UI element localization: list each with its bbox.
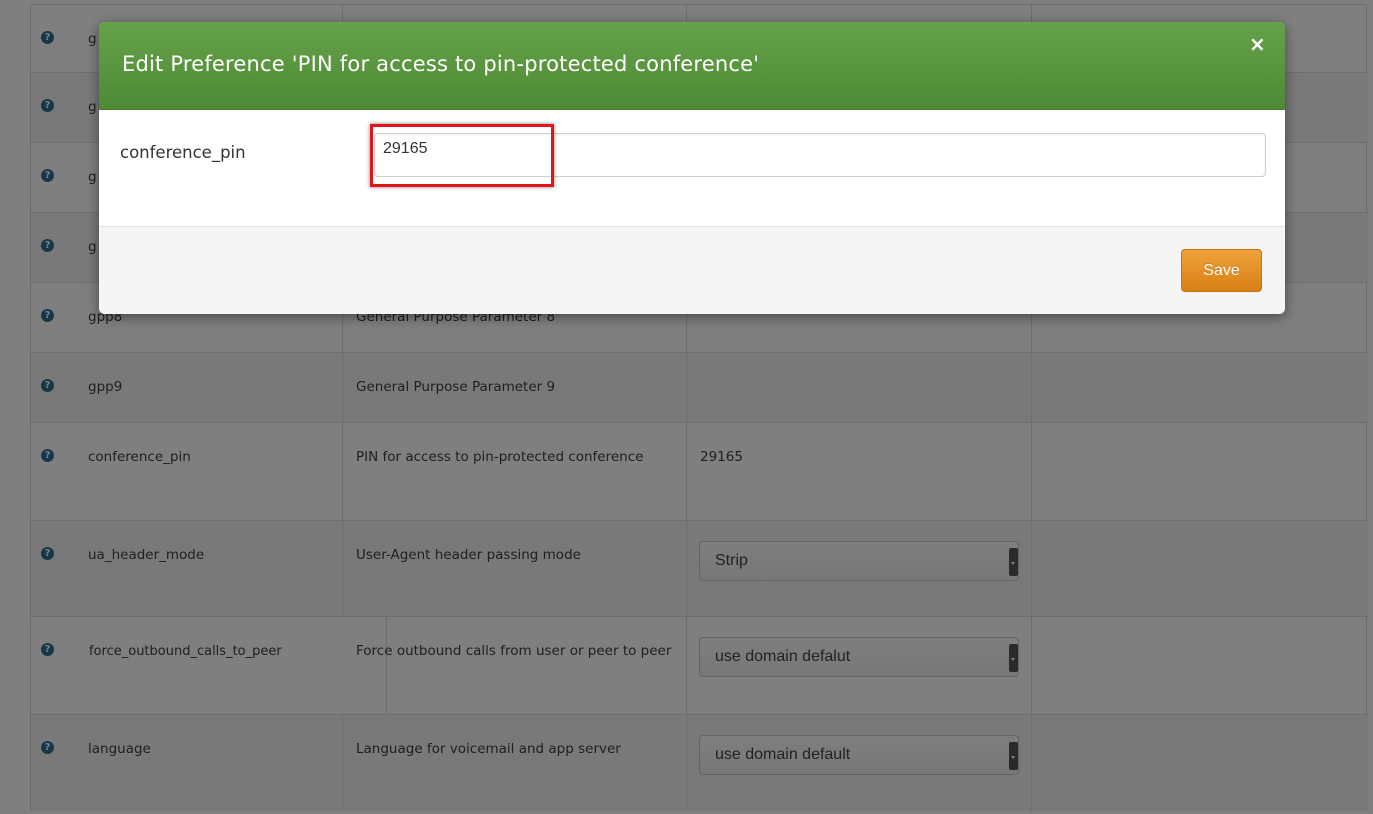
edit-preference-modal: Edit Preference 'PIN for access to pin-p… [99,22,1285,314]
close-icon[interactable]: × [1249,34,1266,54]
modal-footer: Save [99,227,1285,314]
conference-pin-label: conference_pin [120,143,246,162]
modal-header: Edit Preference 'PIN for access to pin-p… [99,22,1285,110]
modal-body: conference_pin [99,110,1285,227]
highlight-annotation [370,124,554,187]
modal-title: Edit Preference 'PIN for access to pin-p… [122,52,760,76]
save-button[interactable]: Save [1181,249,1262,292]
